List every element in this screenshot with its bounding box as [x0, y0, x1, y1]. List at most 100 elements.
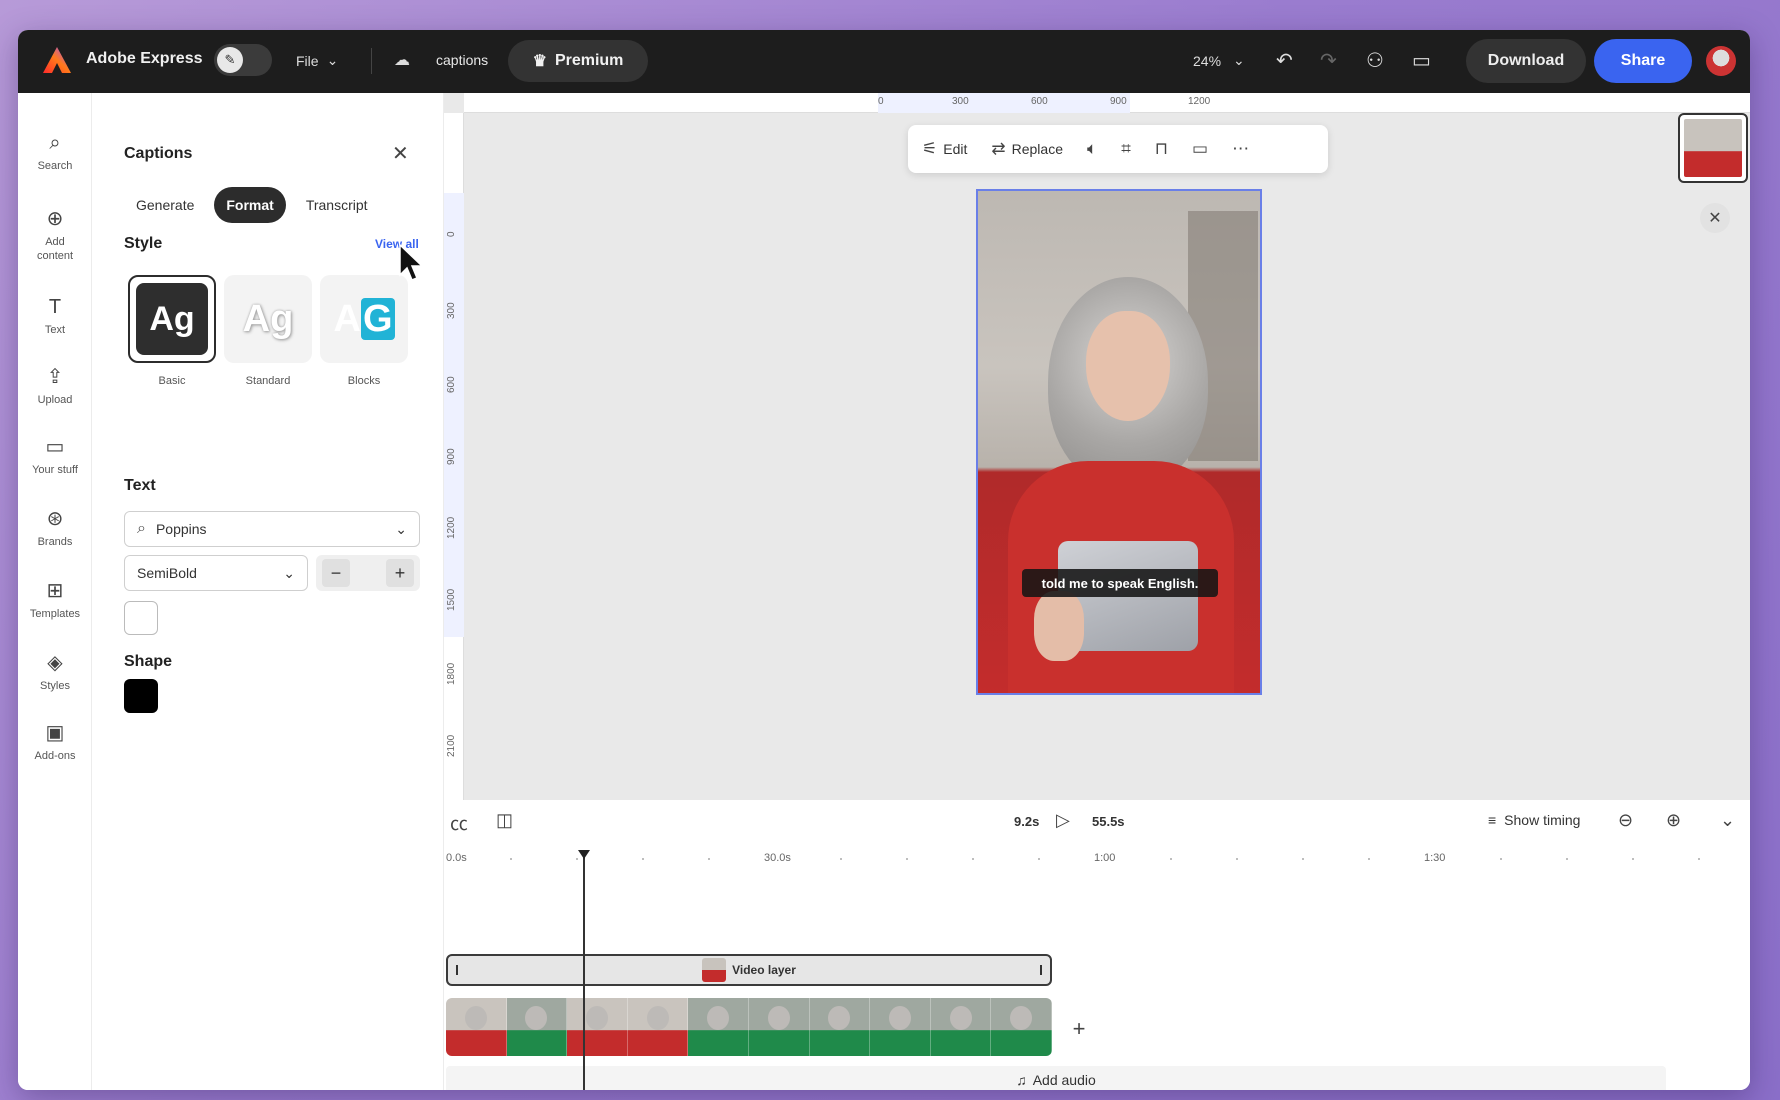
lock-icon[interactable]: ⊓ — [1155, 139, 1168, 159]
mode-toggle[interactable]: ✎ — [214, 44, 272, 76]
total-time: 55.5s — [1092, 814, 1125, 829]
trim-handle-right[interactable] — [1040, 965, 1042, 975]
replace-icon: ⇄ — [991, 139, 1006, 158]
cloud-icon[interactable]: ☁ — [394, 50, 410, 70]
trim-handle-left[interactable] — [456, 965, 458, 975]
addons-icon: ▣ — [45, 722, 65, 744]
edit-label: Edit — [943, 141, 968, 157]
film-frame — [930, 998, 992, 1056]
ruler-label: 900 — [446, 448, 457, 465]
rail-item-label: Your stuff — [32, 464, 78, 476]
volume-icon[interactable]: 🔈︎ — [1087, 139, 1097, 159]
timeline-ruler[interactable]: 0.0s 30.0s 1:00 1:30 — [444, 850, 1750, 870]
replace-button[interactable]: ⇄ Replace — [991, 139, 1063, 159]
style-sample-a: A — [333, 297, 361, 340]
video-layer-track[interactable]: Video layer — [446, 954, 1052, 986]
frame-face — [525, 1006, 548, 1030]
document-name[interactable]: captions — [436, 52, 488, 68]
caption-overlay[interactable]: told me to speak English. — [1022, 569, 1218, 597]
ruler-label: 600 — [446, 376, 457, 393]
sliders-icon: ⚟ — [922, 139, 938, 158]
ruler-tick — [840, 858, 842, 860]
undo-icon[interactable]: ↶ — [1276, 48, 1293, 73]
adobe-express-logo[interactable] — [42, 46, 72, 74]
chevron-down-icon: ⌄ — [1233, 52, 1245, 68]
show-timing-button[interactable]: ≡ Show timing — [1488, 812, 1580, 828]
rail-item-search[interactable]: ⌕ Search — [18, 131, 92, 173]
zoom-out-icon[interactable]: ⊖ — [1618, 810, 1633, 831]
edit-button[interactable]: ⚟ Edit — [922, 139, 967, 159]
plus-circle-icon: ⊕ — [46, 208, 64, 230]
increase-size-button[interactable]: + — [386, 559, 414, 587]
rail-item-label: Brands — [37, 536, 73, 548]
rail-item-your-stuff[interactable]: ▭ Your stuff — [18, 435, 92, 477]
text-color-swatch[interactable] — [124, 601, 158, 635]
film-frame — [567, 998, 628, 1056]
app-name: Adobe Express — [86, 50, 203, 67]
download-button[interactable]: Download — [1466, 39, 1586, 83]
chevron-down-icon: ⌄ — [283, 564, 295, 581]
font-weight-select[interactable]: SemiBold ⌄ — [124, 555, 308, 591]
zoom-control[interactable]: 24% ⌄ — [1193, 52, 1245, 69]
panel-title: Captions — [124, 145, 193, 162]
zoom-in-icon[interactable]: ⊕ — [1666, 810, 1681, 831]
playhead[interactable] — [583, 856, 585, 1090]
decrease-size-button[interactable]: − — [322, 559, 350, 587]
video-filmstrip[interactable] — [446, 998, 1052, 1056]
split-icon[interactable]: ◫ — [496, 810, 513, 831]
invite-icon[interactable]: ⚇ — [1366, 48, 1384, 73]
film-frame — [870, 998, 931, 1056]
chevron-down-icon: ⌄ — [395, 520, 407, 537]
style-card-blocks[interactable]: AG — [320, 275, 408, 363]
style-section-label: Style — [124, 235, 163, 252]
playhead-handle[interactable] — [578, 850, 590, 859]
tab-format[interactable]: Format — [214, 187, 286, 223]
add-audio-button[interactable]: ♫ Add audio — [446, 1066, 1666, 1090]
page-thumbnail[interactable] — [1678, 113, 1748, 183]
shape-color-swatch[interactable] — [124, 679, 158, 713]
avatar[interactable] — [1706, 46, 1736, 76]
close-icon[interactable]: ✕ — [1700, 203, 1730, 233]
ruler-tick — [1368, 858, 1370, 860]
toggle-knob-icon: ✎ — [217, 47, 243, 73]
rail-item-styles[interactable]: ◈ Styles — [18, 651, 92, 693]
tab-generate[interactable]: Generate — [124, 187, 206, 223]
ruler-label: 0 — [446, 231, 457, 237]
style-card-basic[interactable]: Ag — [128, 275, 216, 363]
music-note-icon: ♫ — [1016, 1072, 1027, 1088]
rail-item-add-content[interactable]: ⊕ Add content — [18, 207, 92, 263]
add-audio-label: Add audio — [1032, 1072, 1096, 1088]
file-menu[interactable]: File ⌄ — [296, 52, 338, 69]
crop-icon[interactable]: ⌗ — [1121, 139, 1131, 159]
font-family-select[interactable]: ⌕ Poppins ⌄ — [124, 511, 420, 547]
redo-icon[interactable]: ↷ — [1320, 48, 1337, 73]
rail-item-brands[interactable]: ⊛ Brands — [18, 507, 92, 549]
rail-item-upload[interactable]: ⇪ Upload — [18, 365, 92, 407]
premium-button[interactable]: ♛ Premium — [508, 40, 648, 82]
comment-icon[interactable]: ▭ — [1412, 48, 1431, 73]
ruler-label: 1:00 — [1094, 852, 1116, 864]
style-card-standard[interactable]: Ag — [224, 275, 312, 363]
rail-item-text[interactable]: T Text — [18, 295, 92, 337]
style-sample: Ag — [136, 283, 208, 355]
crown-icon: ♛ — [532, 53, 547, 70]
video-element[interactable]: told me to speak English. — [976, 189, 1262, 695]
canvas-area[interactable]: 0 300 600 900 1200 0 300 600 900 1200 15… — [444, 93, 1750, 800]
rail-item-add-ons[interactable]: ▣ Add-ons — [18, 721, 92, 763]
comment-icon[interactable]: ▭ — [1192, 139, 1208, 159]
add-clip-button[interactable]: + — [1062, 1012, 1096, 1046]
search-icon: ⌕ — [137, 520, 146, 537]
rail-item-templates[interactable]: ⊞ Templates — [18, 579, 92, 621]
more-icon[interactable]: ⋯ — [1232, 139, 1249, 159]
timeline-controls: ㏄ ◫ 9.2s ▷ 55.5s ≡ Show timing ⊖ ⊕ ⌄ — [444, 800, 1750, 844]
font-weight-value: SemiBold — [137, 565, 197, 581]
ruler-tick — [1566, 858, 1568, 860]
tab-transcript[interactable]: Transcript — [294, 187, 380, 223]
chevron-down-icon[interactable]: ⌄ — [1720, 810, 1735, 831]
share-button[interactable]: Share — [1594, 39, 1692, 83]
captions-cc-icon[interactable]: ㏄ — [450, 810, 468, 836]
film-frame — [627, 998, 689, 1056]
play-icon[interactable]: ▷ — [1056, 810, 1070, 831]
app-window: Adobe Express ✎ File ⌄ ☁ captions ♛ Prem… — [18, 30, 1750, 1090]
close-icon[interactable]: ✕ — [392, 141, 409, 166]
